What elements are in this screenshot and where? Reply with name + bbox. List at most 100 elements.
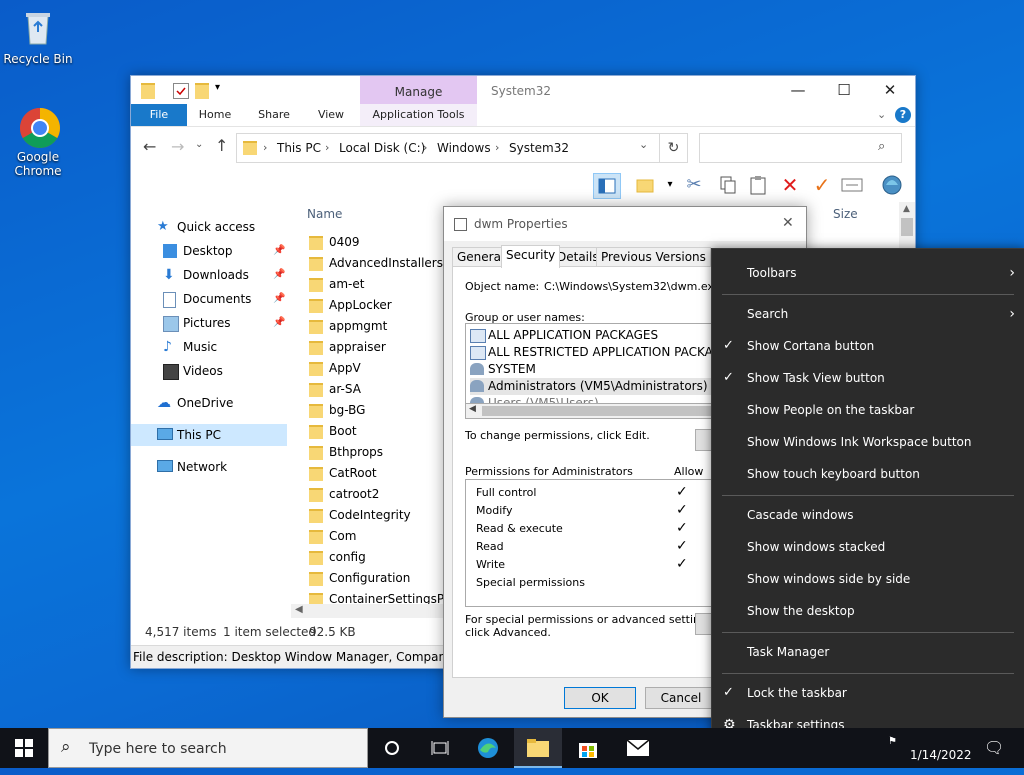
cancel-button[interactable]: Cancel — [645, 687, 717, 709]
rename-icon[interactable] — [839, 173, 865, 197]
breadcrumb-system32[interactable]: System32 — [509, 141, 569, 155]
help-icon[interactable]: ? — [895, 107, 911, 123]
cut-icon[interactable]: ✂ — [681, 173, 707, 197]
menu-item-show-windows-stacked[interactable]: Show windows stacked — [712, 531, 1024, 563]
menu-item-task-manager[interactable]: Task Manager — [712, 636, 1024, 668]
desktop-icon-label: Google Chrome — [14, 150, 62, 178]
scroll-up-icon[interactable]: ▲ — [903, 204, 910, 214]
desktop-icon-recycle-bin[interactable]: Recycle Bin — [0, 8, 76, 66]
mail-app[interactable] — [614, 728, 662, 768]
menu-item-show-windows-side-by-side[interactable]: Show windows side by side — [712, 563, 1024, 595]
nav-item-music[interactable]: ♪ Music — [131, 336, 287, 358]
tab-view[interactable]: View — [303, 104, 359, 126]
manage-tab[interactable]: Manage — [360, 76, 477, 106]
start-button[interactable] — [0, 728, 48, 768]
paste-icon[interactable] — [745, 173, 771, 197]
menu-item-show-people[interactable]: Show People on the taskbar — [712, 394, 1024, 426]
menu-item-show-the-desktop[interactable]: Show the desktop — [712, 595, 1024, 627]
scroll-left-icon[interactable]: ◀ — [469, 404, 476, 414]
new-folder-icon[interactable] — [195, 83, 209, 99]
close-icon[interactable]: ✕ — [782, 215, 794, 231]
address-dropdown-icon[interactable]: ⌄ — [639, 138, 648, 151]
chevron-right-icon[interactable]: › — [263, 141, 267, 154]
nav-item-this-pc[interactable]: This PC — [131, 424, 287, 446]
back-arrow-icon[interactable]: ← — [143, 137, 156, 156]
ok-button[interactable]: OK — [564, 687, 636, 709]
customize-quick-access-icon[interactable]: ▾ — [215, 82, 220, 93]
notification-badge-icon[interactable]: ⚑ — [888, 736, 897, 747]
chevron-right-icon[interactable]: › — [325, 141, 329, 154]
delete-icon[interactable]: ✕ — [777, 173, 803, 197]
nav-item-quick-access[interactable]: ★ Quick access — [131, 216, 287, 238]
recent-locations-icon[interactable]: ⌄ — [195, 139, 203, 150]
nav-item-downloads[interactable]: ⬇ Downloads 📌 — [131, 264, 287, 286]
forward-arrow-icon[interactable]: → — [171, 137, 184, 156]
tab-home[interactable]: Home — [187, 104, 243, 126]
properties-icon[interactable] — [173, 83, 189, 99]
breadcrumb-local-disk[interactable]: Local Disk (C:) — [339, 141, 425, 155]
menu-item-show-task-view-button[interactable]: ✓ Show Task View button — [712, 362, 1024, 394]
column-header-size[interactable]: Size — [833, 207, 858, 221]
folder-icon — [309, 530, 323, 544]
task-view-button[interactable] — [416, 728, 464, 768]
explorer-titlebar[interactable]: ▾ Manage System32 — ☐ ✕ — [131, 76, 915, 106]
edge-app[interactable] — [464, 728, 512, 768]
menu-item-toolbars[interactable]: Toolbars › — [712, 257, 1024, 289]
up-arrow-icon[interactable]: ↑ — [215, 136, 228, 155]
nav-item-pictures[interactable]: Pictures 📌 — [131, 312, 287, 334]
file-list: 0409 AdvancedInstallers am-et AppLocker … — [301, 202, 446, 606]
chevron-right-icon[interactable]: › — [495, 141, 499, 154]
download-arrow-icon: ⬇ — [163, 267, 175, 283]
cortana-button[interactable] — [368, 728, 416, 768]
check-icon: ✓ — [723, 370, 734, 385]
search-input[interactable]: ⌕ — [699, 133, 902, 163]
tab-share[interactable]: Share — [246, 104, 302, 126]
taskbar[interactable]: ⌕ Type here to search ⚑ 1/14/2022 🗨 — [0, 728, 1024, 768]
scroll-thumb[interactable] — [482, 406, 712, 416]
copy-icon[interactable] — [715, 173, 741, 197]
nav-item-onedrive[interactable]: ☁ OneDrive — [131, 392, 287, 414]
menu-item-show-touch-keyboard[interactable]: Show touch keyboard button — [712, 458, 1024, 490]
store-app[interactable] — [564, 728, 612, 768]
desktop-icon-google-chrome[interactable]: Google Chrome — [0, 106, 76, 178]
close-icon[interactable]: ✕ — [867, 76, 913, 104]
nav-item-network[interactable]: Network — [131, 456, 287, 478]
tab-security[interactable]: Security — [501, 245, 561, 268]
chevron-right-icon[interactable]: › — [423, 141, 427, 154]
dialog-titlebar[interactable]: dwm Properties ✕ — [444, 207, 806, 241]
action-center-icon[interactable]: 🗨 — [984, 738, 1004, 757]
scroll-left-icon[interactable]: ◀ — [295, 604, 303, 615]
address-bar[interactable]: › This PC › Local Disk (C:) › Windows › … — [236, 133, 688, 163]
menu-item-show-windows-ink[interactable]: Show Windows Ink Workspace button — [712, 426, 1024, 458]
new-folder-icon[interactable] — [633, 173, 659, 197]
refresh-icon[interactable]: ↻ — [659, 134, 687, 162]
special-permissions-text-2: click Advanced. — [465, 626, 551, 639]
taskbar-search-box[interactable]: ⌕ Type here to search — [48, 728, 368, 768]
pin-icon: 📌 — [273, 245, 286, 256]
chevron-down-icon[interactable]: ▾ — [657, 173, 683, 197]
breadcrumb-windows[interactable]: Windows — [437, 141, 491, 155]
cloud-icon: ☁ — [157, 395, 171, 411]
nav-item-desktop[interactable]: Desktop 📌 — [131, 240, 287, 262]
menu-item-search[interactable]: Search › — [712, 298, 1024, 330]
nav-item-videos[interactable]: Videos — [131, 360, 287, 382]
chevron-down-icon[interactable]: ⌄ — [877, 108, 886, 121]
taskbar-date[interactable]: 1/14/2022 — [910, 748, 972, 762]
checkmark-icon[interactable]: ✓ — [809, 173, 835, 197]
breadcrumb-this-pc[interactable]: This PC — [277, 141, 321, 155]
nav-item-documents[interactable]: Documents 📌 — [131, 288, 287, 310]
tab-previous-versions[interactable]: Previous Versions — [596, 247, 711, 267]
horizontal-scrollbar[interactable]: ◀ — [291, 604, 445, 618]
maximize-icon[interactable]: ☐ — [821, 76, 867, 104]
file-explorer-app[interactable] — [514, 728, 562, 768]
menu-item-cascade-windows[interactable]: Cascade windows — [712, 499, 1024, 531]
properties-globe-icon[interactable] — [879, 173, 905, 197]
minimize-icon[interactable]: — — [775, 76, 821, 104]
preview-pane-icon[interactable] — [593, 173, 621, 199]
tab-file[interactable]: File — [131, 104, 187, 126]
search-icon: ⌕ — [61, 737, 71, 757]
tab-application-tools[interactable]: Application Tools — [360, 104, 477, 126]
menu-item-lock-the-taskbar[interactable]: ✓ Lock the taskbar — [712, 677, 1024, 709]
scroll-thumb[interactable] — [901, 218, 913, 236]
menu-item-show-cortana-button[interactable]: ✓ Show Cortana button — [712, 330, 1024, 362]
